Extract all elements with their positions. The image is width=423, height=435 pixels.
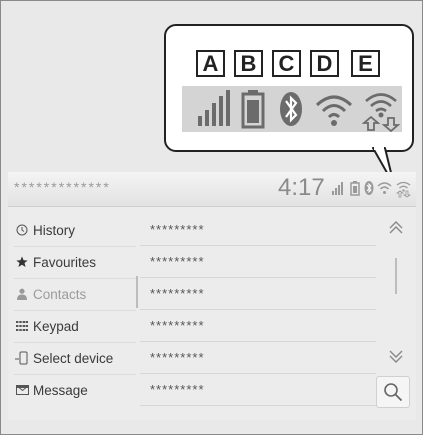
list-item[interactable]: ********* <box>140 246 376 278</box>
label-b: B <box>234 50 263 77</box>
list-item[interactable]: ********* <box>140 278 376 310</box>
label-a: A <box>196 50 225 77</box>
person-icon <box>14 288 30 300</box>
signal-strength-icon <box>198 90 230 126</box>
label-d: D <box>310 50 339 77</box>
menu-item-label: Contacts <box>33 286 87 302</box>
star-icon <box>14 256 30 268</box>
menu-item-label: Favourites <box>33 254 97 270</box>
battery-icon <box>241 90 265 129</box>
status-icons-callout: A B C D E <box>164 24 414 152</box>
scroll-up-icon[interactable] <box>386 218 406 238</box>
status-bar: ************* 4:17 <box>8 172 416 207</box>
wifi-icon <box>315 95 353 126</box>
menu-item-label: Message <box>33 382 88 398</box>
list-item[interactable]: ********* <box>140 342 376 374</box>
scrollbar-thumb[interactable] <box>395 258 397 294</box>
active-tab-indicator <box>136 276 138 308</box>
signal-strength-icon <box>332 182 343 195</box>
wifi-icon <box>377 182 392 194</box>
list-item[interactable]: ********* <box>140 374 376 406</box>
menu-item-history[interactable]: History <box>14 216 136 244</box>
menu-item-favourites[interactable]: Favourites <box>14 248 136 276</box>
menu-item-label: History <box>33 222 76 238</box>
list-item[interactable]: ********* <box>140 310 376 342</box>
enlarged-icons-band <box>182 86 402 132</box>
search-button[interactable] <box>376 376 410 408</box>
menu-item-label: Select device <box>33 350 114 366</box>
history-icon <box>14 224 30 236</box>
scroll-down-icon[interactable] <box>386 346 406 366</box>
envelope-icon <box>14 385 30 395</box>
bluetooth-icon <box>364 181 374 195</box>
search-icon <box>384 383 403 402</box>
bluetooth-icon <box>280 92 302 126</box>
keypad-icon <box>14 321 30 331</box>
menu-item-select-device[interactable]: Select device <box>14 344 136 372</box>
connected-device-name: ************* <box>14 179 111 195</box>
label-e: E <box>351 50 380 77</box>
list-item[interactable]: ********* <box>140 214 376 246</box>
clock: 4:17 <box>278 174 325 201</box>
phone-device-icon <box>14 351 30 365</box>
menu-item-keypad[interactable]: Keypad <box>14 312 136 340</box>
wifi-data-transfer-icon <box>396 181 411 198</box>
phone-screen: ************* 4:17 History Favourites Co… <box>8 172 416 420</box>
menu-item-label: Keypad <box>33 318 79 334</box>
menu-item-contacts[interactable]: Contacts <box>14 280 136 308</box>
menu-item-message[interactable]: Message <box>14 376 136 404</box>
battery-icon <box>350 181 360 196</box>
phone-menu: History Favourites Contacts Keypad Selec… <box>14 214 136 414</box>
contact-list: ********* ********* ********* ********* … <box>140 214 376 414</box>
wifi-data-transfer-icon <box>362 93 400 132</box>
label-c: C <box>272 50 301 77</box>
